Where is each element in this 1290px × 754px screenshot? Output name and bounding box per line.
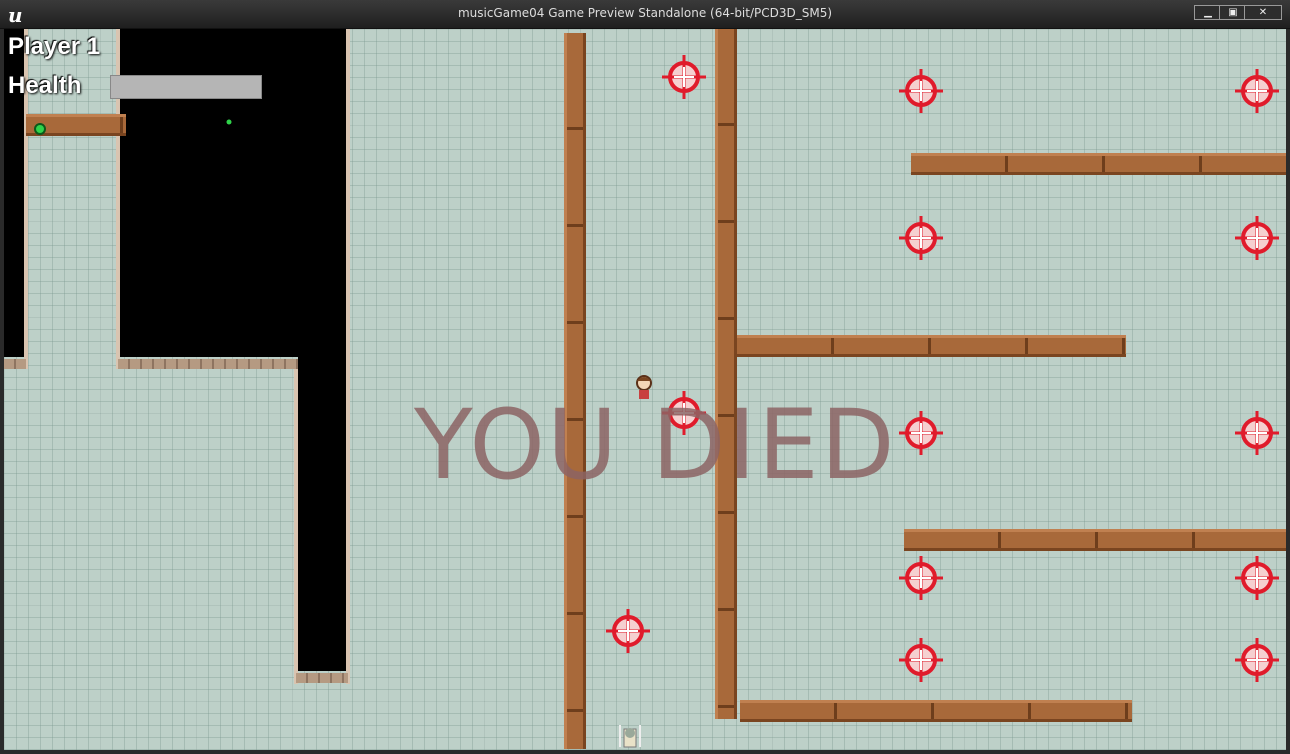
title-bar[interactable]: u musicGame04 Game Preview Standalone (6… [0,0,1290,29]
maximize-icon: ▣ [1228,7,1238,18]
minimize-button[interactable]: ▁ [1194,5,1222,20]
close-icon: ✕ [1258,7,1268,18]
maximize-button[interactable]: ▣ [1219,5,1247,20]
crosshair-target-icon [1235,556,1279,600]
crosshair-target-icon [1235,638,1279,682]
wooden-plank-vertical [715,29,737,719]
crosshair-target-icon [1235,216,1279,260]
close-button[interactable]: ✕ [1244,5,1282,20]
wooden-plank-horizontal [904,529,1286,551]
crosshair-target-icon [899,411,943,455]
game-over-message: YOU DIED [414,389,897,501]
crosshair-target-icon [662,55,706,99]
void-area-shaft [298,357,346,671]
green-gem-icon [226,119,232,125]
crosshair-target-icon [606,609,650,653]
health-bar [110,75,262,99]
crosshair-target-icon [899,556,943,600]
crosshair-target-icon [1235,69,1279,113]
wall-edge [346,29,350,684]
green-gem-icon [34,123,46,135]
wooden-plank-horizontal [737,335,1126,357]
health-label: Health [8,72,82,99]
crosshair-target-icon [899,69,943,113]
brick-ledge [296,673,348,683]
wall-edge [294,359,298,684]
brick-ledge [4,359,26,369]
crosshair-target-icon [899,216,943,260]
wooden-plank-horizontal [740,700,1132,722]
wooden-plank-horizontal [911,153,1286,175]
crosshair-target-icon [899,638,943,682]
brick-ledge [118,359,298,369]
window-title: musicGame04 Game Preview Standalone (64-… [457,6,833,20]
player-label: Player 1 [8,33,101,60]
game-viewport[interactable]: YOU DIED [4,29,1286,750]
crosshair-target-icon [1235,411,1279,455]
npc-character-icon [619,725,641,748]
minimize-icon: ▁ [1204,7,1212,18]
game-window: u musicGame04 Game Preview Standalone (6… [0,0,1290,754]
